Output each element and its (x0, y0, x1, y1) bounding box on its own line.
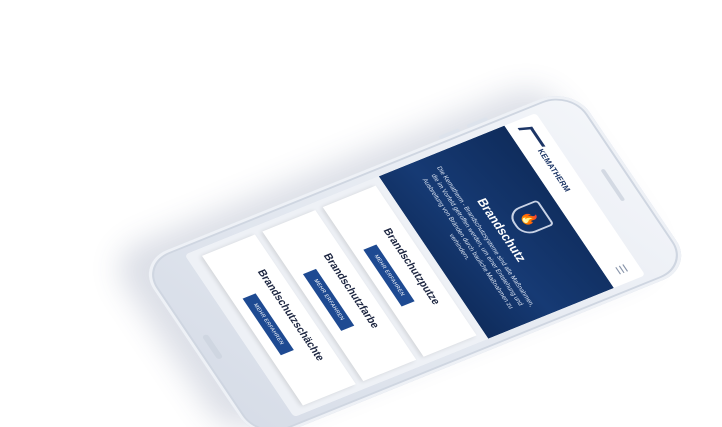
scene: KEMATHERM ☰ 🔥 Brandschutz Die Kematherm … (0, 0, 722, 427)
flame-shield-icon: 🔥 (505, 199, 555, 238)
logo-roof-icon (518, 126, 546, 148)
hamburger-icon[interactable]: ☰ (612, 263, 631, 277)
phone-mockup: KEMATHERM ☰ 🔥 Brandschutz Die Kematherm … (135, 86, 695, 427)
